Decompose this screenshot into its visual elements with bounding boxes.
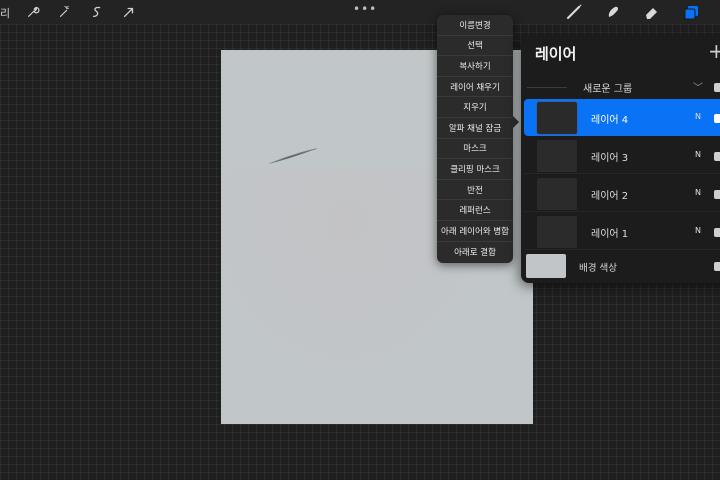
layer-row-1[interactable]: 레이어 1 N <box>524 213 720 250</box>
background-color-label: 배경 색상 <box>579 263 617 274</box>
transform-arrow-icon[interactable] <box>120 3 138 21</box>
layer-name: 레이어 4 <box>591 115 629 126</box>
layer-options-menu: 이름변경 선택 복사하기 레이어 채우기 지우기 알파 채널 잠금 마스크 클리… <box>437 15 519 263</box>
layers-panel: 레이어 + 새로운 그룹 ﹀ 레이어 4 N 레이어 3 N 레이어 2 N 레… <box>521 35 720 283</box>
procreate-workspace: 리 ••• 이름변경 선택 복사하기 레이어 채우기 지우기 알파 채널 잠금 … <box>0 0 720 480</box>
add-layer-button[interactable]: + <box>708 39 720 63</box>
layer-group-row[interactable]: 새로운 그룹 ﹀ <box>521 75 720 99</box>
layer-visibility-checkbox[interactable] <box>714 228 720 237</box>
magic-wand-icon[interactable] <box>55 3 73 21</box>
layer-name: 레이어 3 <box>591 153 629 164</box>
menu-item-select[interactable]: 선택 <box>437 36 513 57</box>
eraser-icon[interactable] <box>641 2 663 22</box>
group-visibility-checkbox[interactable] <box>714 83 720 92</box>
menu-item-clear[interactable]: 지우기 <box>437 97 513 118</box>
group-label: 새로운 그룹 <box>583 84 633 95</box>
gallery-button[interactable]: 리 <box>0 5 10 21</box>
wrench-icon[interactable] <box>24 3 42 21</box>
layer-thumbnail <box>536 101 578 135</box>
brush-stroke <box>268 148 318 164</box>
panel-title: 레이어 <box>535 45 577 63</box>
layer-name: 레이어 2 <box>591 191 629 202</box>
background-color-row[interactable]: 배경 색상 <box>521 251 720 281</box>
top-toolbar: 리 ••• <box>0 0 720 24</box>
menu-item-invert[interactable]: 반전 <box>437 180 513 201</box>
smudge-icon[interactable] <box>602 2 624 22</box>
more-options-button[interactable]: ••• <box>353 2 377 16</box>
layer-row-2[interactable]: 레이어 2 N <box>524 175 720 212</box>
blend-mode-button[interactable]: N <box>695 112 701 121</box>
group-divider <box>527 87 567 88</box>
blend-mode-button[interactable]: N <box>695 188 701 197</box>
menu-item-mask[interactable]: 마스크 <box>437 139 513 160</box>
layer-row-4[interactable]: 레이어 4 N <box>524 99 720 136</box>
selection-s-icon[interactable] <box>88 3 106 21</box>
menu-item-clipping-mask[interactable]: 클리핑 마스크 <box>437 159 513 180</box>
chevron-down-icon[interactable]: ﹀ <box>693 79 703 94</box>
menu-item-combine-down[interactable]: 아래로 결합 <box>437 242 513 263</box>
layer-name: 레이어 1 <box>591 229 629 240</box>
menu-pointer <box>513 116 519 128</box>
layer-thumbnail <box>537 178 577 210</box>
menu-item-copy[interactable]: 복사하기 <box>437 56 513 77</box>
blend-mode-button[interactable]: N <box>695 226 701 235</box>
layers-icon[interactable] <box>681 2 703 22</box>
brush-icon[interactable] <box>563 2 585 22</box>
background-visibility-checkbox[interactable] <box>714 262 720 271</box>
menu-item-alpha-lock[interactable]: 알파 채널 잠금 <box>437 118 513 139</box>
layer-visibility-checkbox[interactable] <box>714 152 720 161</box>
layer-visibility-checkbox[interactable] <box>714 190 720 199</box>
menu-item-reference[interactable]: 레퍼런스 <box>437 200 513 221</box>
layer-row-3[interactable]: 레이어 3 N <box>524 137 720 174</box>
layer-visibility-checkbox[interactable] <box>714 114 720 123</box>
menu-item-fill-layer[interactable]: 레이어 채우기 <box>437 77 513 98</box>
layer-thumbnail <box>537 140 577 172</box>
layer-thumbnail <box>537 216 577 248</box>
background-color-swatch[interactable] <box>526 254 566 278</box>
blend-mode-button[interactable]: N <box>695 150 701 159</box>
menu-item-rename[interactable]: 이름변경 <box>437 15 513 36</box>
menu-item-merge-down[interactable]: 아래 레이어와 병합 <box>437 221 513 242</box>
